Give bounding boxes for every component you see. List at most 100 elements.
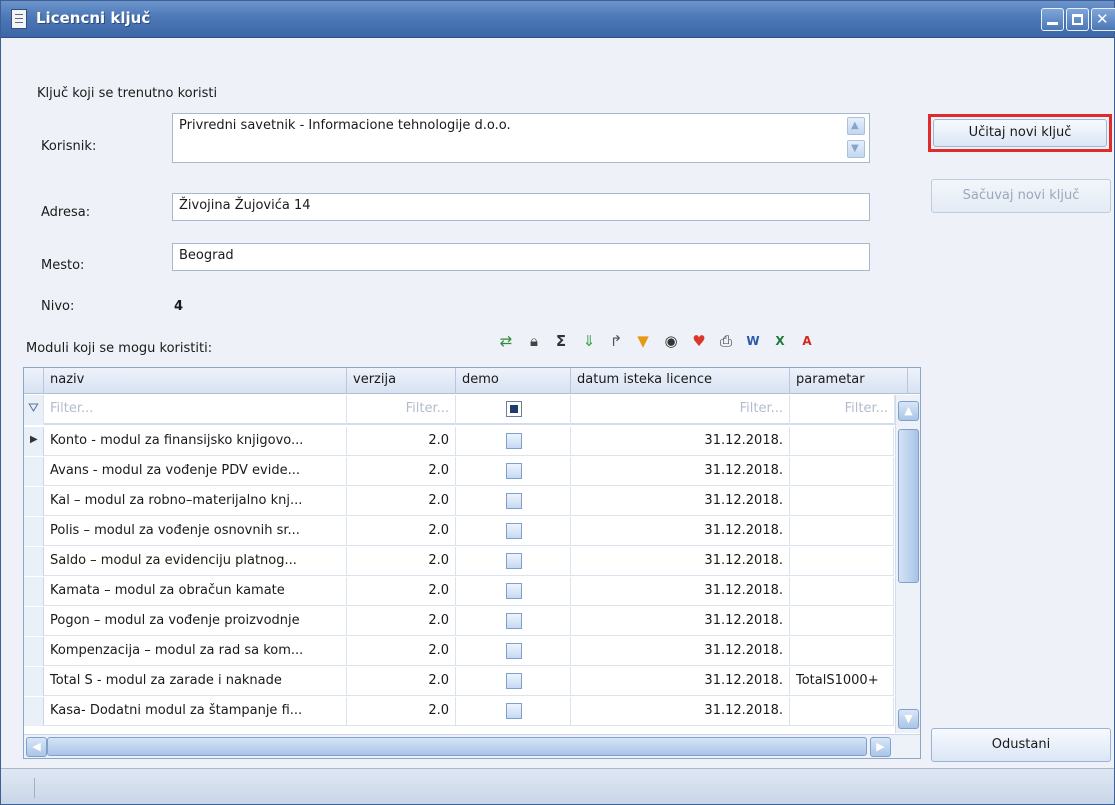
demo-checkbox[interactable] [506,553,522,569]
cell-parametar[interactable] [790,577,894,606]
filter-datum[interactable]: Filter... [571,395,790,425]
table-row[interactable]: Polis – modul za vođenje osnovnih sr... 2… [24,517,894,546]
refresh-icon[interactable]: ⇄ [496,331,516,351]
cell-datum[interactable]: 31.12.2018. [571,667,790,696]
scroll-left-button[interactable]: ◀ [26,737,47,757]
cell-demo[interactable] [456,577,571,606]
scroll-right-button[interactable]: ▶ [870,737,891,757]
cell-verzija[interactable]: 2.0 [347,547,456,576]
column-header-verzija[interactable]: verzija [347,368,456,394]
maximize-button[interactable] [1066,8,1089,31]
demo-checkbox[interactable] [506,583,522,599]
filter-demo[interactable] [456,395,571,425]
cell-parametar[interactable] [790,547,894,576]
memo-scroll-up[interactable]: ▲ [847,117,865,135]
filter-down-icon[interactable]: ⇓ [579,331,599,351]
cell-datum[interactable]: 31.12.2018. [571,487,790,516]
demo-checkbox[interactable] [506,463,522,479]
cell-verzija[interactable]: 2.0 [347,427,456,456]
redo-icon[interactable]: ↱ [606,331,626,351]
table-row[interactable]: Saldo – modul za evidenciju platnog... 2.… [24,547,894,576]
horizontal-scroll-thumb[interactable] [47,737,867,756]
cancel-button[interactable]: Odustani [931,728,1111,762]
cell-demo[interactable] [456,607,571,636]
lock-icon[interactable]: 🔒︎ [524,331,544,351]
filter-naziv[interactable]: Filter... [44,395,347,425]
sum-icon[interactable]: Σ [551,331,571,351]
cell-verzija[interactable]: 2.0 [347,637,456,666]
cell-datum[interactable]: 31.12.2018. [571,697,790,726]
cell-demo[interactable] [456,637,571,666]
cell-naziv[interactable]: Pogon – modul za vođenje proizvodnje [44,607,347,636]
vertical-scrollbar[interactable]: ▲ ▼ [895,395,920,733]
print-icon[interactable]: ⎙ [716,331,736,351]
column-header-naziv[interactable]: naziv [44,368,347,394]
cell-naziv[interactable]: Kasa- Dodatni modul za štampanje fi... [44,697,347,726]
table-row[interactable]: Kompenzacija – modul za rad sa kom... 2.0… [24,637,894,666]
cell-naziv[interactable]: Saldo – modul za evidenciju platnog... [44,547,347,576]
cell-demo[interactable] [456,517,571,546]
word-icon[interactable]: W [743,331,763,351]
cell-datum[interactable]: 31.12.2018. [571,427,790,456]
cell-verzija[interactable]: 2.0 [347,667,456,696]
demo-checkbox[interactable] [506,523,522,539]
cell-verzija[interactable]: 2.0 [347,457,456,486]
memo-scroll-down[interactable]: ▼ [847,140,865,158]
column-header-datum[interactable]: datum isteka licence [571,368,790,394]
funnel-icon[interactable]: ▼ [633,331,653,351]
scroll-up-button[interactable]: ▲ [898,401,919,421]
cell-verzija[interactable]: 2.0 [347,517,456,546]
cell-verzija[interactable]: 2.0 [347,607,456,636]
demo-checkbox[interactable] [506,673,522,689]
table-row[interactable]: Total S - modul za zarade i naknade 2.0 31… [24,667,894,696]
cell-parametar[interactable] [790,517,894,546]
eye-icon[interactable]: ◉ [661,331,681,351]
cell-parametar[interactable] [790,487,894,516]
cell-verzija[interactable]: 2.0 [347,487,456,516]
pdf-icon[interactable]: A [797,331,817,351]
demo-checkbox[interactable] [506,643,522,659]
table-row[interactable]: Kal – modul za robno–materijalno knj... 2… [24,487,894,516]
column-header-parametar[interactable]: parametar [790,368,908,394]
cell-naziv[interactable]: Kompenzacija – modul za rad sa kom... [44,637,347,666]
cell-naziv[interactable]: Konto - modul za finansijsko knjigovo... [44,427,347,456]
cell-parametar[interactable] [790,607,894,636]
excel-icon[interactable]: X [770,331,790,351]
cell-naziv[interactable]: Avans - modul za vođenje PDV evide... [44,457,347,486]
mesto-field[interactable]: Beograd [172,243,870,271]
cell-demo[interactable] [456,487,571,516]
cell-demo[interactable] [456,667,571,696]
cell-verzija[interactable]: 2.0 [347,577,456,606]
demo-checkbox[interactable] [506,493,522,509]
filter-parametar[interactable]: Filter... [790,395,895,425]
adresa-field[interactable]: Živojina Žujovića 14 [172,193,870,221]
cell-parametar[interactable]: TotalS1000+ [790,667,894,696]
cell-verzija[interactable]: 2.0 [347,697,456,726]
table-row[interactable]: Kasa- Dodatni modul za štampanje fi... 2.… [24,697,894,726]
cell-demo[interactable] [456,547,571,576]
table-row[interactable]: Kamata – modul za obračun kamate 2.0 31.12… [24,577,894,606]
cell-datum[interactable]: 31.12.2018. [571,517,790,546]
cell-datum[interactable]: 31.12.2018. [571,577,790,606]
cell-demo[interactable] [456,427,571,456]
cell-datum[interactable]: 31.12.2018. [571,637,790,666]
scroll-down-button[interactable]: ▼ [898,709,919,729]
demo-checkbox[interactable] [506,613,522,629]
demo-checkbox[interactable] [506,433,522,449]
korisnik-field[interactable]: Privredni savetnik - Informacione tehnol… [172,113,870,163]
cell-parametar[interactable] [790,697,894,726]
cell-naziv[interactable]: Kal – modul za robno–materijalno knj... [44,487,347,516]
filter-demo-checkbox[interactable] [506,401,522,417]
cell-demo[interactable] [456,697,571,726]
cell-datum[interactable]: 31.12.2018. [571,457,790,486]
cell-demo[interactable] [456,457,571,486]
cell-parametar[interactable] [790,427,894,456]
horizontal-scrollbar[interactable]: ◀ ▶ [24,734,920,758]
column-header-demo[interactable]: demo [456,368,571,394]
demo-checkbox[interactable] [506,703,522,719]
cell-naziv[interactable]: Total S - modul za zarade i naknade [44,667,347,696]
cell-naziv[interactable]: Kamata – modul za obračun kamate [44,577,347,606]
load-key-button[interactable]: Učitaj novi ključ [933,119,1107,147]
table-row[interactable]: ▶ Konto - modul za finansijsko knjigovo..… [24,427,894,456]
cell-naziv[interactable]: Polis – modul za vođenje osnovnih sr... [44,517,347,546]
